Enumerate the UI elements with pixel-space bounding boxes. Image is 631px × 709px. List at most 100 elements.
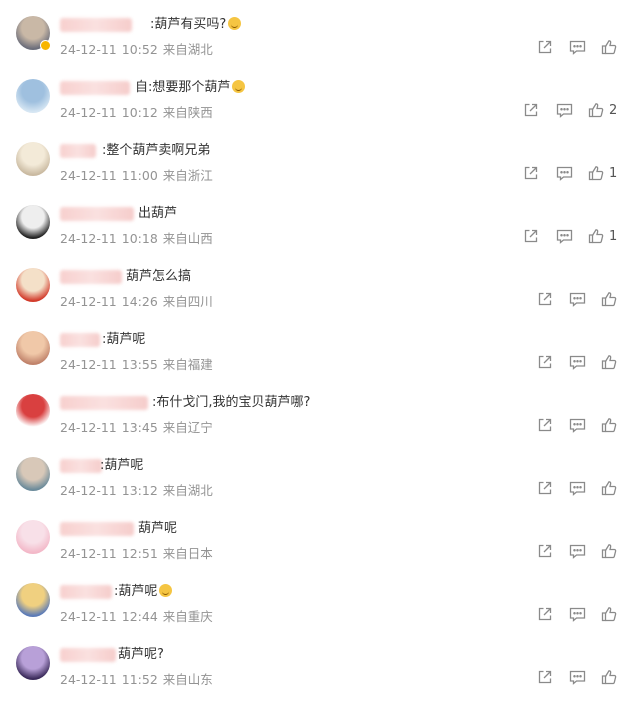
username-blurred[interactable] xyxy=(60,522,134,536)
username-blurred[interactable] xyxy=(60,207,134,221)
comment-icon xyxy=(556,166,573,181)
like-button[interactable] xyxy=(601,605,617,623)
share-button[interactable] xyxy=(537,416,553,434)
comment-text: :葫芦呢 xyxy=(102,332,146,347)
comment-time: 10:52 xyxy=(121,42,158,57)
emoji-icon xyxy=(159,584,173,597)
comment-text: 葫芦怎么搞 xyxy=(126,269,192,284)
share-button[interactable] xyxy=(523,164,539,182)
like-button[interactable] xyxy=(601,38,617,56)
comment-item: :葫芦呢 24-12-11 12:44 来自重庆 xyxy=(0,583,631,646)
comment-date: 24-12-11 xyxy=(60,231,117,246)
reply-button[interactable] xyxy=(556,101,573,119)
reply-button[interactable] xyxy=(569,353,586,371)
like-button[interactable] xyxy=(601,353,617,371)
comment-time: 11:00 xyxy=(121,168,158,183)
like-button[interactable] xyxy=(601,416,617,434)
share-icon xyxy=(537,354,553,370)
comment-icon xyxy=(569,670,586,685)
reply-button[interactable] xyxy=(569,290,586,308)
comment-location: 来自日本 xyxy=(162,546,213,561)
username-blurred[interactable] xyxy=(60,144,96,158)
comment-date: 24-12-11 xyxy=(60,609,117,624)
comment-location: 来自辽宁 xyxy=(162,420,213,435)
share-icon xyxy=(537,291,553,307)
share-button[interactable] xyxy=(537,38,553,56)
comment-item: :整个葫芦卖啊兄弟 24-12-11 11:00 来自浙江 1 xyxy=(0,142,631,205)
comment-date: 24-12-11 xyxy=(60,168,117,183)
comment-item: 葫芦呢 24-12-11 12:51 来自日本 xyxy=(0,520,631,583)
like-button[interactable] xyxy=(601,542,617,560)
reply-button[interactable] xyxy=(556,164,573,182)
comment-text: :布什戈门,我的宝贝葫芦哪? xyxy=(152,395,311,410)
share-button[interactable] xyxy=(523,227,539,245)
reply-button[interactable] xyxy=(556,227,573,245)
username-blurred[interactable] xyxy=(60,18,132,32)
like-icon xyxy=(601,354,617,370)
avatar[interactable] xyxy=(16,394,50,428)
comment-icon xyxy=(556,103,573,118)
comment-time: 12:51 xyxy=(121,546,158,561)
share-button[interactable] xyxy=(523,101,539,119)
avatar[interactable] xyxy=(16,142,50,176)
comment-icon xyxy=(569,607,586,622)
share-button[interactable] xyxy=(537,353,553,371)
avatar[interactable] xyxy=(16,79,50,113)
comment-icon xyxy=(569,292,586,307)
like-count: 1 xyxy=(609,165,618,181)
share-icon xyxy=(537,39,553,55)
like-button[interactable]: 1 xyxy=(588,164,617,182)
comment-location: 来自湖北 xyxy=(162,483,213,498)
comment-icon xyxy=(569,355,586,370)
avatar[interactable] xyxy=(16,331,50,365)
share-button[interactable] xyxy=(537,290,553,308)
avatar[interactable] xyxy=(16,583,50,617)
share-icon xyxy=(537,606,553,622)
avatar[interactable] xyxy=(16,520,50,554)
username-blurred[interactable] xyxy=(60,81,130,95)
comment-text: 出葫芦 xyxy=(138,206,178,221)
comment-time: 10:12 xyxy=(121,105,158,120)
comment-item: :葫芦呢 24-12-11 13:12 来自湖北 xyxy=(0,457,631,520)
avatar[interactable] xyxy=(16,205,50,239)
like-icon xyxy=(601,291,617,307)
share-button[interactable] xyxy=(537,479,553,497)
comment-meta: 24-12-11 12:44 来自重庆 xyxy=(60,606,218,625)
share-button[interactable] xyxy=(537,605,553,623)
like-count: 2 xyxy=(609,102,618,118)
reply-button[interactable] xyxy=(569,605,586,623)
like-button[interactable] xyxy=(601,290,617,308)
like-icon xyxy=(601,417,617,433)
reply-button[interactable] xyxy=(569,416,586,434)
like-button[interactable] xyxy=(601,668,617,686)
reply-button[interactable] xyxy=(569,668,586,686)
emoji-icon xyxy=(228,17,242,30)
share-icon xyxy=(537,480,553,496)
comment-item: :布什戈门,我的宝贝葫芦哪? 24-12-11 13:45 来自辽宁 xyxy=(0,394,631,457)
comment-text: :葫芦呢 xyxy=(114,583,173,601)
share-button[interactable] xyxy=(537,542,553,560)
reply-button[interactable] xyxy=(569,542,586,560)
username-blurred[interactable] xyxy=(60,270,122,284)
avatar[interactable] xyxy=(16,268,50,302)
comment-item: :葫芦呢 24-12-11 13:55 来自福建 xyxy=(0,331,631,394)
share-icon xyxy=(523,102,539,118)
reply-button[interactable] xyxy=(569,479,586,497)
like-button[interactable] xyxy=(601,479,617,497)
comment-item: 葫芦怎么搞 24-12-11 14:26 来自四川 xyxy=(0,268,631,331)
username-blurred[interactable] xyxy=(60,333,100,347)
username-blurred[interactable] xyxy=(60,585,112,599)
username-blurred[interactable] xyxy=(60,648,116,662)
share-button[interactable] xyxy=(537,668,553,686)
like-button[interactable]: 1 xyxy=(588,227,617,245)
username-blurred[interactable] xyxy=(60,459,102,473)
like-button[interactable]: 2 xyxy=(588,101,617,119)
reply-button[interactable] xyxy=(569,38,586,56)
comment-date: 24-12-11 xyxy=(60,546,117,561)
like-count: 1 xyxy=(609,228,618,244)
comment-time: 10:18 xyxy=(121,231,158,246)
username-blurred[interactable] xyxy=(60,396,148,410)
avatar[interactable] xyxy=(16,457,50,491)
avatar[interactable] xyxy=(16,646,50,680)
comment-date: 24-12-11 xyxy=(60,105,117,120)
